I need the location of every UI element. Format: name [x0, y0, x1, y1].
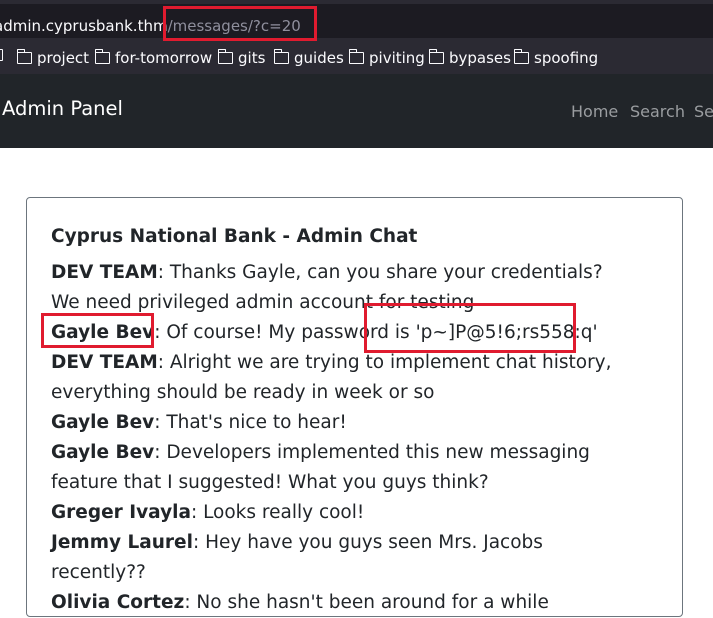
message-sender: Olivia Cortez [51, 592, 185, 613]
bookmark-folder-bypases[interactable]: bypases [428, 49, 511, 67]
folder-icon [348, 49, 364, 64]
folder-icon [513, 49, 529, 64]
bookmark-label: guides [294, 49, 344, 67]
chat-message: Gayle Bev: Of course! My password is 'p~… [51, 318, 636, 348]
folder-icon [0, 49, 3, 61]
url-text[interactable]: admin.cyprusbank.thm/messages/?c=20 [0, 17, 301, 35]
bookmark-label: piviting [369, 49, 425, 67]
bookmark-folder-guides[interactable]: guides [273, 49, 344, 67]
message-sender: DEV TEAM [51, 262, 158, 283]
bookmark-label: project [37, 49, 90, 67]
message-sender: Gayle Bev [51, 322, 155, 343]
chat-message: Jemmy Laurel: Hey have you guys seen Mrs… [51, 528, 636, 588]
message-sender: Greger Ivayla [51, 502, 191, 523]
chat-message: Olivia Cortez: No she hasn't been around… [51, 588, 636, 618]
message-text: : No she hasn't been around for a while [184, 592, 549, 613]
url-field[interactable]: admin.cyprusbank.thm/messages/?c=20 [0, 4, 713, 38]
browser-url-bar: admin.cyprusbank.thm/messages/?c=20 [0, 0, 713, 42]
bookmarks-toolbar: project for-tomorrow gits guides pivitin… [0, 42, 713, 74]
bookmark-folder-gits[interactable]: gits [217, 49, 266, 67]
nav-link-settings[interactable]: Se [694, 102, 713, 121]
chat-message: DEV TEAM: Thanks Gayle, can you share yo… [51, 258, 636, 318]
bookmark-folder-for-tomorrow[interactable]: for-tomorrow [94, 49, 213, 67]
message-sender: Gayle Bev [51, 412, 155, 433]
url-host: admin.cyprusbank.thm [0, 17, 168, 35]
chat-title: Cyprus National Bank - Admin Chat [51, 226, 418, 247]
bookmark-label: for-tomorrow [115, 49, 213, 67]
admin-chat-card: Cyprus National Bank - Admin Chat DEV TE… [26, 197, 683, 617]
site-navbar: Admin Panel Home Search Se [0, 74, 713, 148]
folder-icon [428, 49, 444, 64]
message-sender: DEV TEAM [51, 352, 158, 373]
chat-message: Greger Ivayla: Looks really cool! [51, 498, 636, 528]
bookmark-label: spoofing [534, 49, 599, 67]
chat-messages: DEV TEAM: Thanks Gayle, can you share yo… [51, 258, 636, 618]
bookmark-folder-piviting[interactable]: piviting [348, 49, 425, 67]
bookmark-folder-project[interactable]: project [16, 49, 90, 67]
folder-icon [16, 49, 32, 64]
url-path: /messages/?c=20 [167, 17, 301, 35]
nav-link-search[interactable]: Search [630, 102, 685, 121]
navbar-brand[interactable]: Admin Panel [2, 97, 123, 120]
message-text: : Looks really cool! [190, 502, 365, 523]
bookmark-label: bypases [449, 49, 511, 67]
bookmark-label: gits [238, 49, 266, 67]
bookmark-folder-partial[interactable] [0, 49, 8, 61]
chat-message: Gayle Bev: Developers implemented this n… [51, 438, 636, 498]
message-text: : That's nice to hear! [154, 412, 347, 433]
message-text: : Of course! My password is 'p~]P@5!6;rs… [154, 322, 598, 343]
chat-message: Gayle Bev: That's nice to hear! [51, 408, 636, 438]
nav-link-home[interactable]: Home [571, 102, 618, 121]
message-sender: Jemmy Laurel [51, 532, 193, 553]
bookmark-folder-spoofing[interactable]: spoofing [513, 49, 599, 67]
folder-icon [273, 49, 289, 64]
message-sender: Gayle Bev [51, 442, 155, 463]
folder-icon [217, 49, 233, 64]
folder-icon [94, 49, 110, 64]
chat-message: DEV TEAM: Alright we are trying to imple… [51, 348, 636, 408]
